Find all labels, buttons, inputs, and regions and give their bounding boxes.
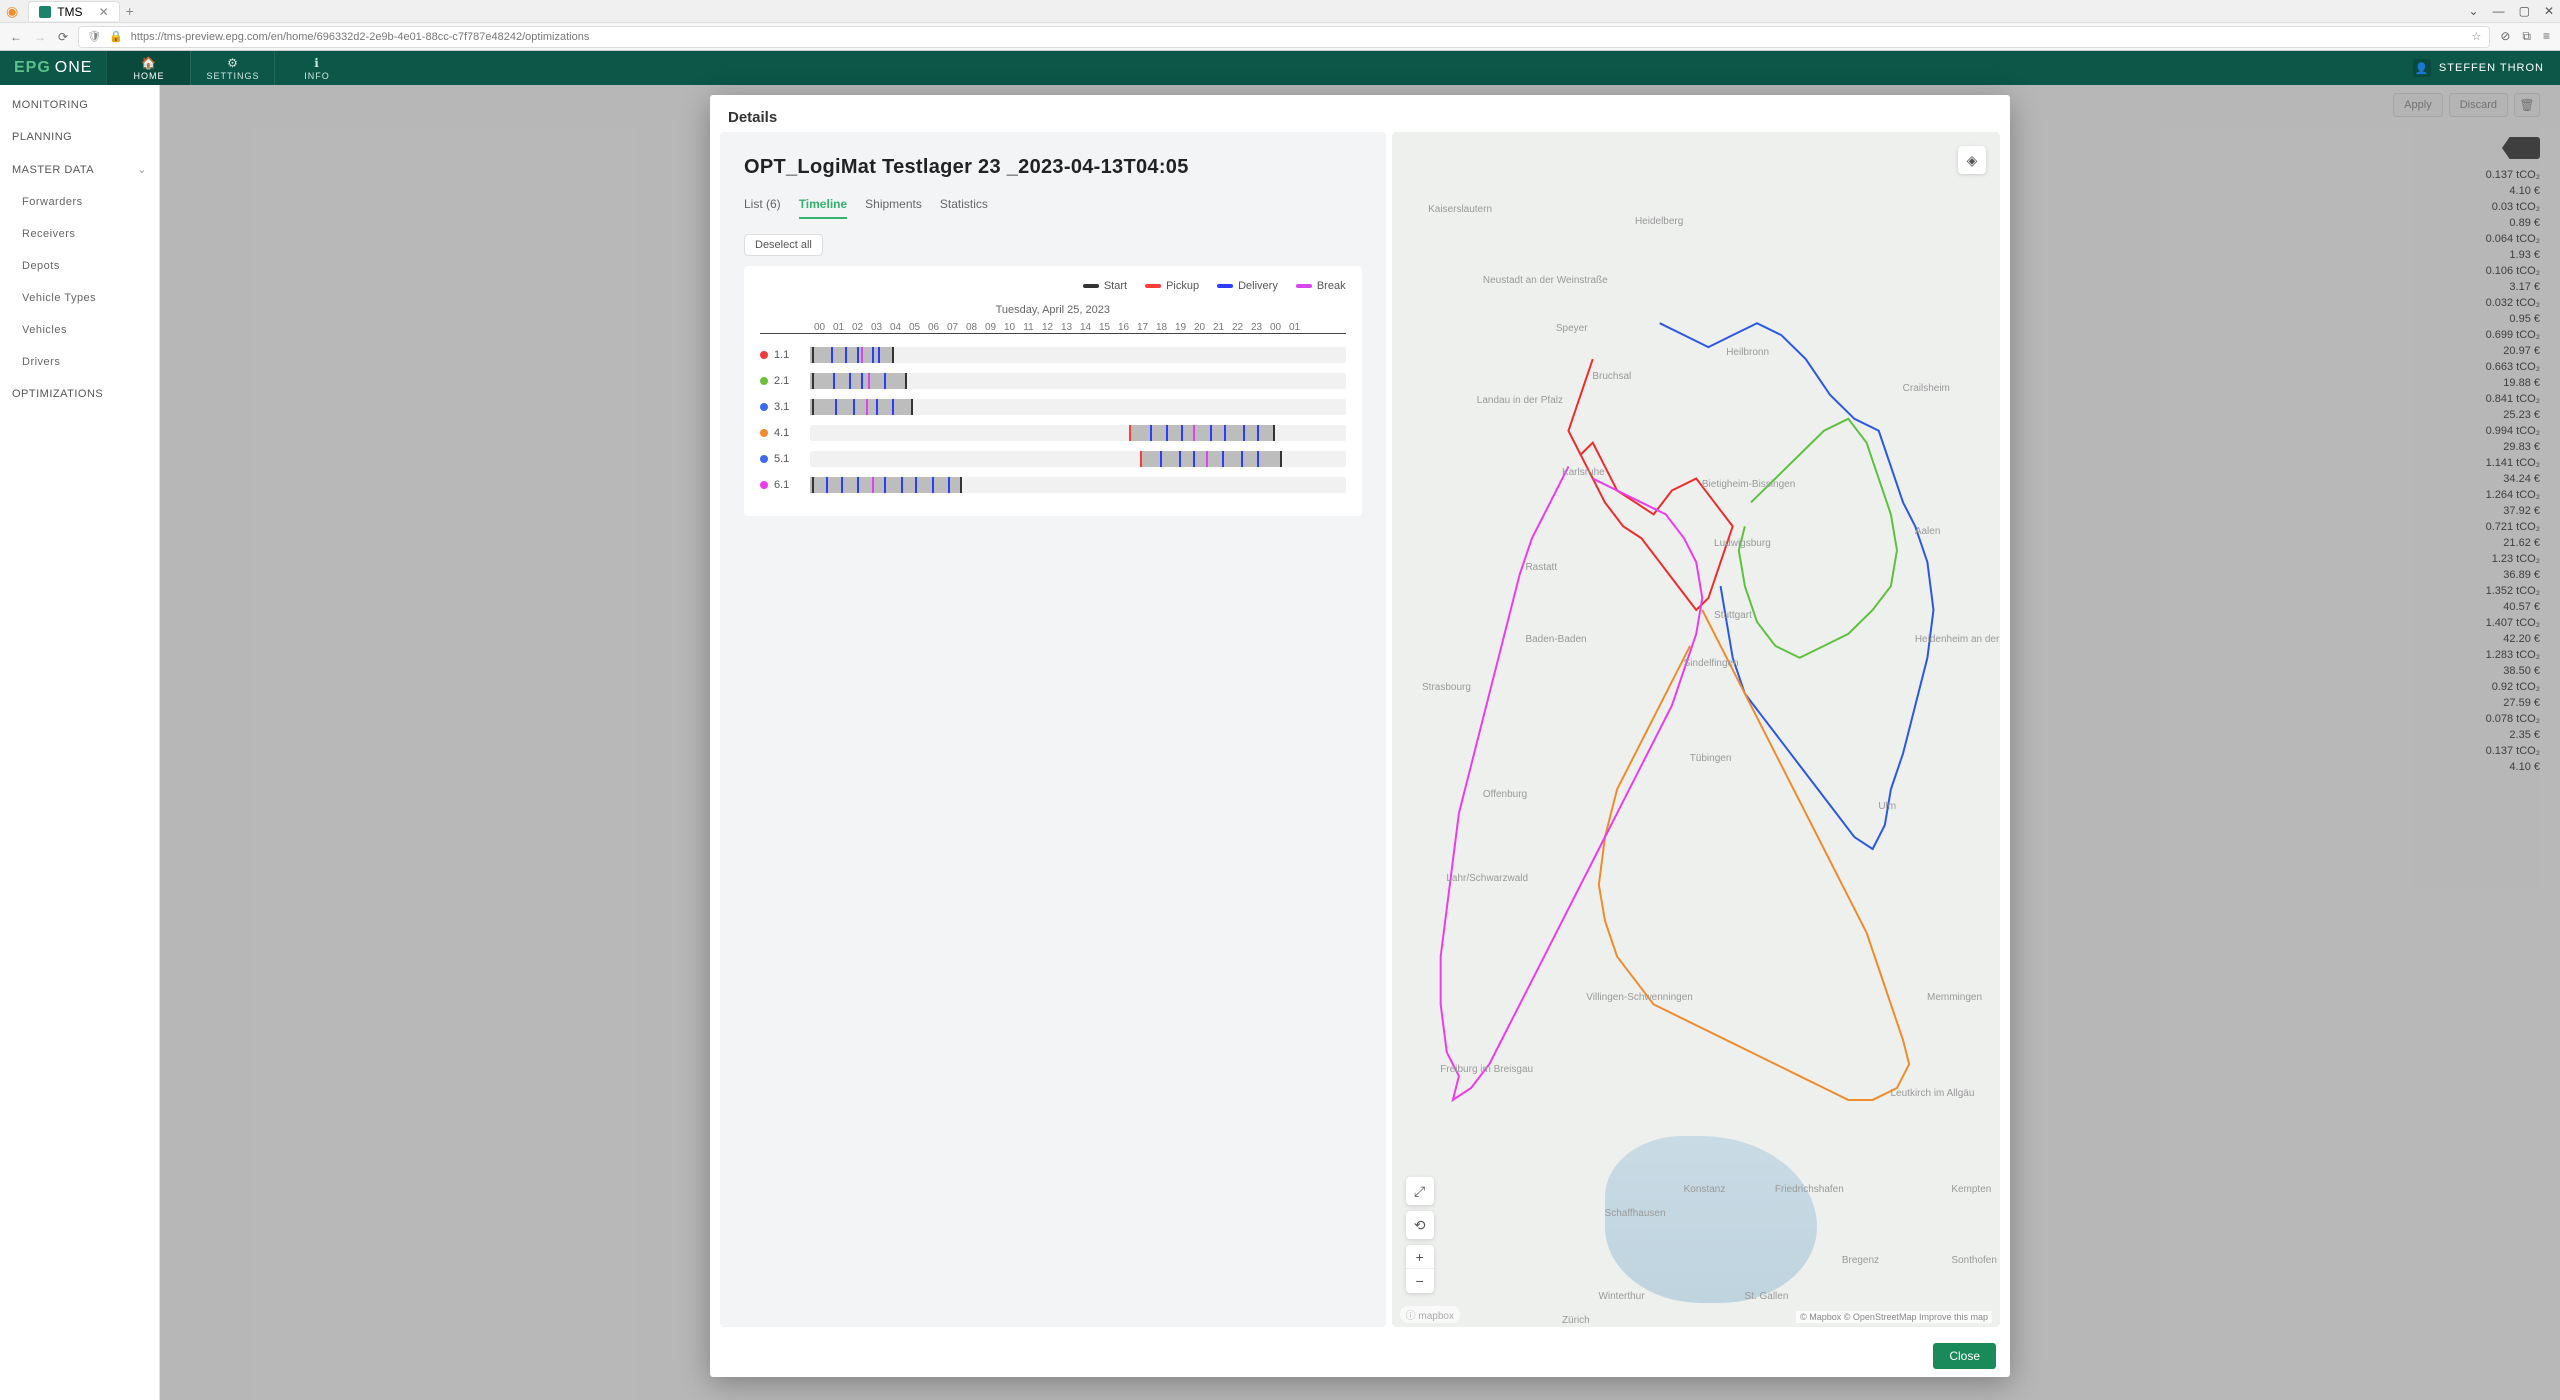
extensions-icon[interactable]: ⧉ bbox=[2522, 29, 2531, 44]
detail-tab-list-[interactable]: List (6) bbox=[744, 197, 781, 219]
optimization-title: OPT_LogiMat Testlager 23 _2023-04-13T04:… bbox=[744, 156, 1362, 179]
map-panel[interactable]: KaiserslauternHeidelbergNeustadt an der … bbox=[1392, 132, 2000, 1327]
window-controls: ⌄ — ▢ ✕ bbox=[2469, 4, 2554, 18]
menu-icon[interactable]: ≡ bbox=[2543, 29, 2550, 44]
url-input[interactable]: 🛡 🔒 https://tms-preview.epg.com/en/home/… bbox=[78, 26, 2490, 48]
back-icon[interactable]: ← bbox=[10, 30, 22, 44]
route-color-dot bbox=[760, 481, 768, 489]
top-tab-settings[interactable]: ⚙SETTINGS bbox=[190, 51, 274, 85]
sidebar-item-master-data[interactable]: MASTER DATA⌄ bbox=[0, 153, 159, 186]
legend-start: Start bbox=[1083, 280, 1127, 292]
sidebar-item-monitoring[interactable]: MONITORING bbox=[0, 89, 159, 121]
firefox-icon: ◉ bbox=[6, 3, 18, 20]
home-icon: 🏠 bbox=[141, 56, 157, 70]
modal-backdrop: Details OPT_LogiMat Testlager 23 _2023-0… bbox=[160, 85, 2560, 1400]
map-layers-button[interactable]: ◈ bbox=[1958, 146, 1986, 174]
chevron-down-icon[interactable]: ⌄ bbox=[2469, 4, 2479, 18]
top-tab-info[interactable]: ℹINFO bbox=[274, 51, 358, 85]
map-zoom-control: + − bbox=[1406, 1245, 1434, 1293]
gear-icon: ⚙ bbox=[227, 56, 239, 70]
sidebar: MONITORINGPLANNINGMASTER DATA⌄Forwarders… bbox=[0, 85, 160, 1400]
sidebar-item-optimizations[interactable]: OPTIMIZATIONS bbox=[0, 378, 159, 410]
timeline-track bbox=[810, 425, 1346, 441]
info-icon: ℹ bbox=[314, 56, 320, 70]
sidebar-item-planning[interactable]: PLANNING bbox=[0, 121, 159, 153]
maximize-icon[interactable]: ▢ bbox=[2519, 4, 2530, 18]
timeline-hour-header: 0001020304050607080910111213141516171819… bbox=[760, 322, 1346, 334]
sidebar-item-depots[interactable]: Depots bbox=[0, 250, 159, 282]
legend-delivery: Delivery bbox=[1217, 280, 1278, 292]
close-window-icon[interactable]: ✕ bbox=[2544, 4, 2554, 18]
content-pane: Apply Discard 🗑 0.137 tCO₂4.10 €0.03 tCO… bbox=[160, 85, 2560, 1400]
shield-icon: 🛡 bbox=[87, 30, 101, 43]
route-color-dot bbox=[760, 429, 768, 437]
browser-tab[interactable]: TMS ✕ bbox=[28, 1, 119, 21]
new-tab-button[interactable]: + bbox=[126, 3, 134, 19]
brand-logo: EPG ONE bbox=[0, 51, 106, 85]
user-menu[interactable]: 👤 STEFFEN THRON bbox=[2397, 51, 2560, 85]
map-fullscreen-button[interactable]: ⤢ bbox=[1406, 1177, 1434, 1205]
mapbox-logo: ⓘ mapbox bbox=[1400, 1306, 1460, 1323]
user-avatar-icon: 👤 bbox=[2413, 59, 2431, 77]
map-zoom-out[interactable]: − bbox=[1406, 1269, 1434, 1293]
minimize-icon[interactable]: — bbox=[2493, 4, 2505, 18]
timeline-track bbox=[810, 373, 1346, 389]
tab-title: TMS bbox=[57, 5, 82, 19]
timeline-track bbox=[810, 477, 1346, 493]
reload-icon[interactable]: ⟳ bbox=[58, 30, 68, 44]
route-color-dot bbox=[760, 455, 768, 463]
route-color-dot bbox=[760, 403, 768, 411]
timeline-row-4-1[interactable]: 4.1 bbox=[760, 420, 1346, 446]
browser-titlebar: ◉ TMS ✕ + ⌄ — ▢ ✕ bbox=[0, 0, 2560, 22]
close-button[interactable]: Close bbox=[1933, 1343, 1996, 1369]
details-left-panel: OPT_LogiMat Testlager 23 _2023-04-13T04:… bbox=[720, 132, 1386, 1327]
map-reset-button[interactable]: ⟲ bbox=[1406, 1211, 1434, 1239]
deselect-all-button[interactable]: Deselect all bbox=[744, 234, 823, 256]
timeline-card: Start Pickup Delivery Break Tuesday, April … bbox=[744, 266, 1362, 516]
user-name: STEFFEN THRON bbox=[2439, 62, 2544, 74]
top-tab-home[interactable]: 🏠HOME bbox=[106, 51, 190, 85]
map-zoom-in[interactable]: + bbox=[1406, 1245, 1434, 1269]
details-modal: Details OPT_LogiMat Testlager 23 _2023-0… bbox=[710, 95, 2010, 1377]
sidebar-item-receivers[interactable]: Receivers bbox=[0, 218, 159, 250]
timeline-date: Tuesday, April 25, 2023 bbox=[760, 304, 1346, 316]
legend-break: Break bbox=[1296, 280, 1346, 292]
lock-icon: 🔒 bbox=[109, 30, 123, 43]
tab-close-icon[interactable]: ✕ bbox=[99, 5, 109, 19]
timeline-row-1-1[interactable]: 1.1 bbox=[760, 342, 1346, 368]
detail-tab-shipments[interactable]: Shipments bbox=[865, 197, 922, 219]
sidebar-item-drivers[interactable]: Drivers bbox=[0, 346, 159, 378]
tab-favicon bbox=[39, 6, 51, 18]
modal-header: Details bbox=[710, 95, 2010, 132]
timeline-row-6-1[interactable]: 6.1 bbox=[760, 472, 1346, 498]
sidebar-item-vehicle-types[interactable]: Vehicle Types bbox=[0, 282, 159, 314]
browser-chrome: ◉ TMS ✕ + ⌄ — ▢ ✕ ← → ⟳ 🛡 🔒 https://tms-… bbox=[0, 0, 2560, 51]
detail-tab-timeline[interactable]: Timeline bbox=[799, 197, 847, 219]
timeline-track bbox=[810, 347, 1346, 363]
detail-tab-statistics[interactable]: Statistics bbox=[940, 197, 988, 219]
timeline-track bbox=[810, 399, 1346, 415]
route-color-dot bbox=[760, 351, 768, 359]
route-color-dot bbox=[760, 377, 768, 385]
url-text: https://tms-preview.epg.com/en/home/6963… bbox=[131, 31, 590, 43]
timeline-row-3-1[interactable]: 3.1 bbox=[760, 394, 1346, 420]
chevron-down-icon: ⌄ bbox=[137, 163, 147, 176]
timeline-row-5-1[interactable]: 5.1 bbox=[760, 446, 1346, 472]
timeline-row-2-1[interactable]: 2.1 bbox=[760, 368, 1346, 394]
account-icon[interactable]: ⊘ bbox=[2500, 29, 2510, 44]
app-header: EPG ONE 🏠HOME⚙SETTINGSℹINFO 👤 STEFFEN TH… bbox=[0, 51, 2560, 85]
sidebar-item-forwarders[interactable]: Forwarders bbox=[0, 186, 159, 218]
sidebar-item-vehicles[interactable]: Vehicles bbox=[0, 314, 159, 346]
browser-addressbar: ← → ⟳ 🛡 🔒 https://tms-preview.epg.com/en… bbox=[0, 22, 2560, 50]
timeline-track bbox=[810, 451, 1346, 467]
legend-pickup: Pickup bbox=[1145, 280, 1199, 292]
bookmark-icon[interactable]: ☆ bbox=[2471, 30, 2481, 43]
forward-icon[interactable]: → bbox=[34, 30, 46, 44]
map-attribution[interactable]: © Mapbox © OpenStreetMap Improve this ma… bbox=[1796, 1311, 1992, 1323]
